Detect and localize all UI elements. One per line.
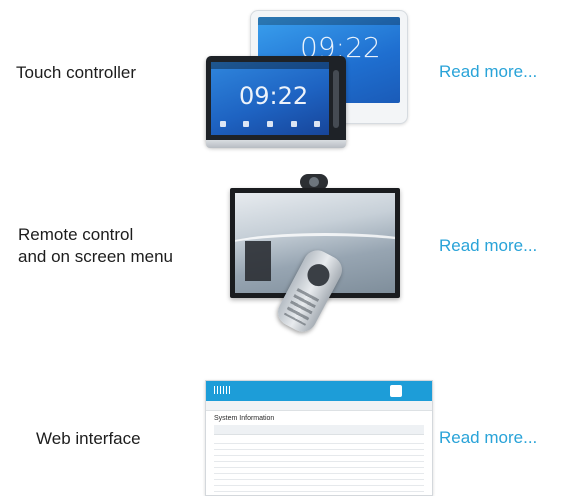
web-section-header [214,425,424,435]
remote-control-read-more-link[interactable]: Read more... [439,236,537,256]
web-interface-image: System Information [205,380,433,496]
web-info-table [214,438,424,495]
touch-panel-front: 09:22 [206,56,346,146]
touch-controller-row: Touch controller 09:22 09:22 Read more..… [0,0,562,160]
touch-panel-clock: 09:22 [239,82,309,110]
web-page-title: System Information [214,415,275,422]
web-interface-label: Web interface [36,429,141,448]
remote-control-label: Remote control and on screen menu [18,225,173,266]
touch-controller-read-more-link[interactable]: Read more... [439,62,537,82]
touch-controller-label: Touch controller [16,63,137,82]
web-header-bar [206,381,432,401]
on-screen-menu [245,241,271,281]
web-nav-bar [206,401,432,411]
cisco-logo-icon [214,386,230,394]
web-interface-read-more-link[interactable]: Read more... [439,428,537,448]
touch-panel-stand [206,140,346,148]
phone-icon [390,385,402,397]
